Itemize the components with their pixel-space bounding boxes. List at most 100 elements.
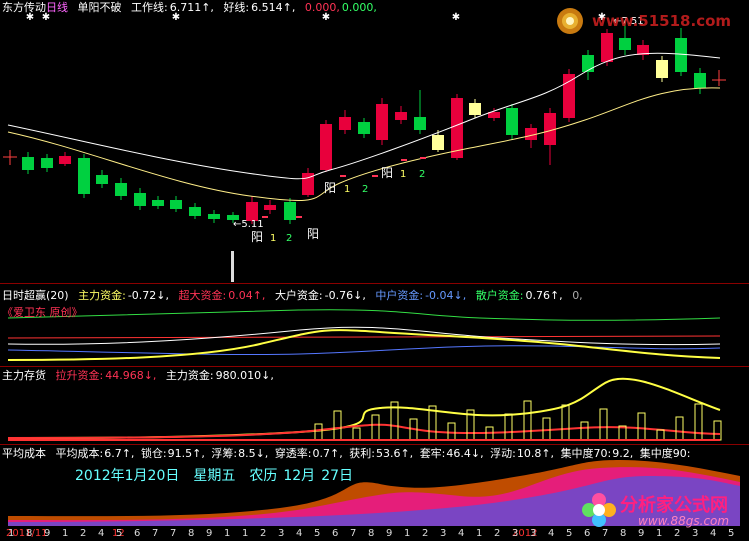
candle-body xyxy=(208,214,220,219)
yang-label: 阳 xyxy=(307,227,319,241)
candle-body xyxy=(115,183,127,196)
candle-body xyxy=(59,156,71,164)
ma-white-line xyxy=(7,52,721,180)
axis-tick-label: 1 xyxy=(242,528,249,539)
axis-tick-label: 1 xyxy=(8,528,15,539)
axis-tick-label: 1 xyxy=(224,528,231,539)
main-chart-panel[interactable]: ✱ ✱ ✱ ✱ ✱ ✱ ←5.11 ←7.51 阳 1 2 阳阳 1 2 阳 1 2 东方传动日线 单阳不破 工… xyxy=(0,0,749,283)
candle-body xyxy=(395,112,407,120)
axis-tick-label: 3 xyxy=(278,528,285,539)
candle-body xyxy=(563,74,575,118)
kline-chart[interactable]: ✱ ✱ ✱ ✱ ✱ ✱←5.11←7.51阳 1 2 阳阳 1 2阳 1 2 xyxy=(0,0,749,283)
axis-tick-label: 9 xyxy=(386,528,393,539)
separator-3 xyxy=(0,444,749,445)
inventory-header: 主力存货 拉升资金: 44.968↓, 主力资金: 980.010↓, xyxy=(2,369,280,382)
candle-body xyxy=(339,117,351,130)
stock-name: 东方传动 xyxy=(2,1,46,14)
axis-tick-label: 8 xyxy=(188,528,195,539)
lift-fund-line xyxy=(7,423,721,439)
bottom-logo: 分析家公式网 www.88gs.com xyxy=(580,487,748,535)
candle-body xyxy=(78,158,90,194)
inventory-bar xyxy=(561,404,570,441)
work-line-value: 6.711↑, xyxy=(169,1,214,14)
retail-fund-value: 0.76↑, xyxy=(525,289,563,302)
inventory-bar xyxy=(694,403,703,441)
float-value: 8.5↓, xyxy=(238,447,269,460)
top-logo: www.51518.com xyxy=(552,6,747,36)
inventory-bar xyxy=(637,412,646,441)
lock-value: 91.5↑, xyxy=(167,447,205,460)
candle-body xyxy=(189,207,201,216)
candle-body xyxy=(170,200,182,209)
candle-body xyxy=(582,55,594,72)
axis-tick-label: 9 xyxy=(206,528,213,539)
candle-body xyxy=(656,60,668,78)
axis-tick-label: 6 xyxy=(134,528,141,539)
candle-body xyxy=(264,205,276,210)
good-line-label: 好线: xyxy=(223,1,250,14)
axis-tick-label: 3 xyxy=(512,528,519,539)
flower-logo-icon xyxy=(582,493,616,527)
candle-body xyxy=(96,175,108,184)
inventory-bar xyxy=(504,413,513,441)
axis-tick-label: 7 xyxy=(350,528,357,539)
candle-body xyxy=(320,124,332,170)
inventory-panel[interactable]: 主力存货 拉升资金: 44.968↓, 主力资金: 980.010↓, xyxy=(0,368,749,444)
super-fund-label: 超大资金: xyxy=(178,289,227,302)
label-2: 2 xyxy=(362,184,368,195)
axis-tick-label: 2 xyxy=(260,528,267,539)
cal-lunar-month: 12月 xyxy=(283,468,316,484)
inv-main-value: 980.010↓, xyxy=(215,369,274,382)
cal-weekday: 星期五 xyxy=(193,468,236,484)
axis-tick-label: 4 xyxy=(548,528,555,539)
candle-body xyxy=(544,113,556,145)
good-line-value: 6.514↑, xyxy=(251,1,296,14)
avg-cost-value: 6.7↑, xyxy=(104,447,135,460)
spiral-logo-icon xyxy=(557,8,583,34)
label-2: 2 xyxy=(286,233,292,244)
cost-title: 平均成本 xyxy=(2,447,46,460)
yang-label: 阳 xyxy=(251,230,263,244)
cal-lunar: 农历 xyxy=(249,468,278,484)
inv-main-label: 主力资金: xyxy=(165,369,214,382)
candle-body xyxy=(358,122,370,134)
inventory-bar xyxy=(352,427,361,441)
main-header: 东方传动日线 单阳不破 工作线: 6.711↑, 好线: 6.514↑, 0.000… xyxy=(2,1,383,14)
axis-tick-label: 3 xyxy=(530,528,537,539)
candle-body xyxy=(134,193,146,206)
formula-name: 单阳不破 xyxy=(77,1,122,14)
axis-tick-label: 1 xyxy=(476,528,483,539)
work-line-label: 工作线: xyxy=(131,1,168,14)
flow-zero: 0, xyxy=(572,289,583,302)
inventory-bar xyxy=(580,421,589,441)
yang-label: 阳 xyxy=(324,181,336,195)
money-flow-panel[interactable]: 日时超赢(20) 主力资金: -0.72↓, 超大资金: 0.04↑, 大户资金: -… xyxy=(0,288,749,366)
low-price-mark: ←5.11 xyxy=(233,219,264,230)
axis-tick-label: 4 xyxy=(458,528,465,539)
flow-title: 日时超赢(20) xyxy=(2,289,69,302)
pen-value: 0.7↑, xyxy=(312,447,343,460)
candle-body xyxy=(284,202,296,220)
float-label: 浮筹: xyxy=(211,447,238,460)
axis-tick-label: 4 xyxy=(296,528,303,539)
axis-tick-label: 4 xyxy=(98,528,105,539)
bottom-logo-url: www.88gs.com xyxy=(638,514,730,528)
main-fund-line xyxy=(7,329,721,361)
axis-tick-label: 1 xyxy=(404,528,411,539)
cost-header: 平均成本 平均成本:6.7↑, 锁仓:91.5↑, 浮筹:8.5↓, 穿透率:0… xyxy=(2,447,696,460)
inventory-bar xyxy=(447,422,456,441)
axis-tick-label: 8 xyxy=(26,528,33,539)
pen-label: 穿透率: xyxy=(274,447,312,460)
cal-date: 2012年1月20日 xyxy=(75,468,180,484)
inventory-bar xyxy=(675,416,684,441)
vol-label: 浮动: xyxy=(490,447,516,460)
zero-line xyxy=(7,335,721,339)
inventory-bar xyxy=(371,414,380,441)
c70-label: 集中度70: xyxy=(560,447,612,460)
candle-body xyxy=(619,38,631,50)
cal-lunar-day: 27日 xyxy=(321,468,354,484)
label-1: 1 xyxy=(270,233,276,244)
candle-body xyxy=(601,33,613,62)
axis-tick-label: 3 xyxy=(440,528,447,539)
star-icon: ✱ xyxy=(452,12,460,23)
